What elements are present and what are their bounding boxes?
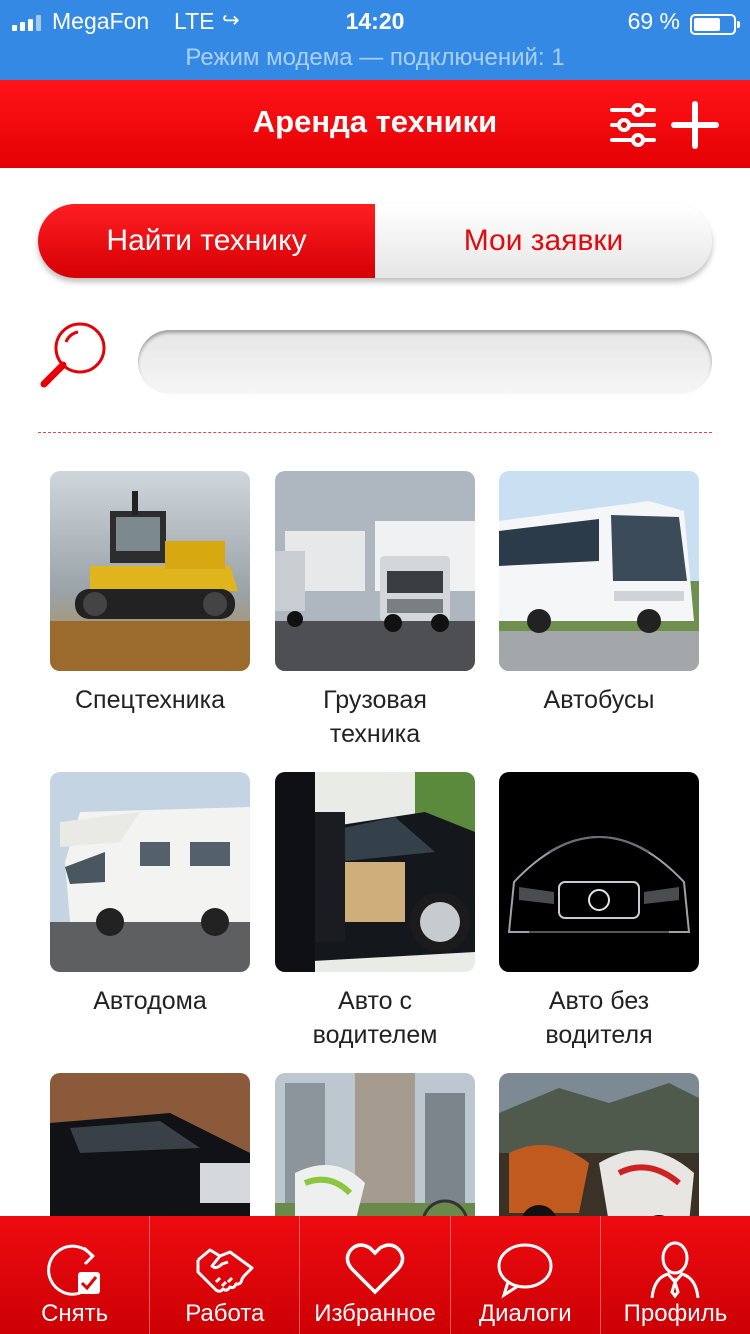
category-grid: Спецтехника Грузовая техника Автобусы Ав…	[0, 471, 750, 1216]
app-header: Аренда техники	[0, 80, 750, 168]
category-label: Спецтехника	[75, 686, 225, 714]
motorcycles-photo	[499, 1073, 699, 1216]
tab-my-requests[interactable]: Мои заявки	[375, 204, 712, 278]
tab-label: Диалоги	[478, 1300, 572, 1327]
tab-dialogs[interactable]: Диалоги	[451, 1216, 601, 1334]
tab-label: Избранное	[314, 1300, 436, 1327]
bus-photo	[499, 471, 699, 671]
retro-car-photo	[50, 1073, 250, 1216]
bottom-tab-bar: Снять Работа Избранное Диалоги Профиль	[0, 1216, 750, 1334]
chauffeur-car-photo	[275, 772, 475, 972]
dashed-divider	[38, 432, 712, 433]
category-tile[interactable]	[50, 1073, 250, 1216]
tractor-photo	[50, 471, 250, 671]
category-label: Грузовая техника	[323, 686, 427, 748]
category-tile[interactable]	[275, 1073, 475, 1216]
filter-button[interactable]	[608, 100, 658, 150]
category-tile[interactable]: Авто без водителя	[499, 772, 699, 1052]
scooter-bike-photo	[275, 1073, 475, 1216]
refresh-check-icon	[46, 1244, 100, 1296]
category-label: Авто с водителем	[312, 987, 438, 1049]
category-tile[interactable]: Автобусы	[499, 471, 699, 717]
category-tile[interactable]	[499, 1073, 699, 1216]
category-tile[interactable]: Грузовая техника	[275, 471, 475, 751]
tab-work[interactable]: Работа	[150, 1216, 301, 1334]
truck-photo	[275, 471, 475, 671]
sliders-icon	[610, 103, 656, 147]
category-label: Авто без водителя	[545, 987, 653, 1049]
battery-icon	[690, 14, 740, 35]
status-bar: MegaFon LTE ↪ 14:20 69 % Режим модема — …	[0, 0, 750, 80]
segmented-control: Найти технику Мои заявки	[38, 204, 712, 278]
magnifier-icon	[40, 322, 106, 388]
tab-profile[interactable]: Профиль	[601, 1216, 750, 1334]
motorhome-photo	[50, 772, 250, 972]
category-tile[interactable]: Спецтехника	[50, 471, 250, 717]
hotspot-banner[interactable]: Режим модема — подключений: 1	[0, 44, 750, 72]
tab-label: Снять	[41, 1300, 109, 1327]
mercedes-photo	[499, 772, 699, 972]
search-button[interactable]	[36, 320, 110, 392]
category-label: Автобусы	[543, 686, 655, 714]
tab-rent[interactable]: Снять	[0, 1216, 151, 1334]
tab-label: Работа	[185, 1300, 265, 1327]
add-button[interactable]	[670, 100, 720, 150]
plus-icon	[671, 101, 719, 149]
handshake-icon	[196, 1248, 254, 1293]
person-icon	[650, 1241, 700, 1299]
speech-bubble-icon	[497, 1243, 553, 1299]
search-input[interactable]	[138, 330, 712, 394]
category-tile[interactable]: Автодома	[50, 772, 250, 1018]
tab-find-equipment[interactable]: Найти технику	[38, 204, 375, 278]
heart-icon	[345, 1243, 405, 1295]
battery-percent: 69 %	[627, 8, 680, 34]
category-tile[interactable]: Авто с водителем	[275, 772, 475, 1052]
tab-label: Профиль	[623, 1300, 728, 1327]
tab-favorites[interactable]: Избранное	[300, 1216, 451, 1334]
category-label: Автодома	[93, 987, 207, 1015]
